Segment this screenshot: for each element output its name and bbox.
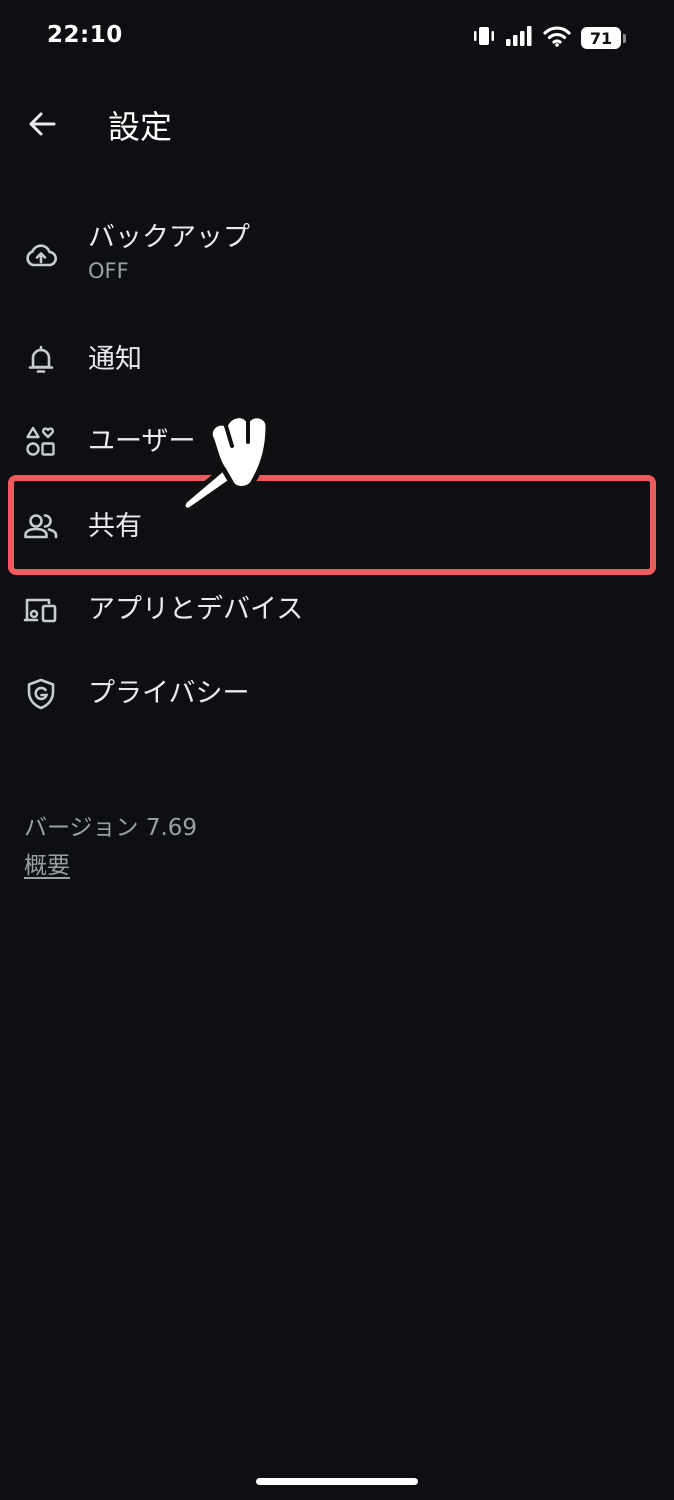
about-link[interactable]: 概要 [24, 846, 70, 880]
back-button[interactable] [22, 104, 62, 144]
battery-body: 71 [581, 27, 621, 49]
battery-cap [623, 33, 626, 43]
arrow-left-icon [29, 112, 56, 136]
menu-item-apps-devices[interactable]: アプリとデバイス [0, 580, 674, 640]
backup-status: OFF [88, 259, 129, 283]
menu-label-apps-devices: アプリとデバイス [88, 594, 304, 625]
bell-icon [23, 342, 59, 378]
app-header: 設定 [0, 96, 674, 156]
vibrate-icon [473, 25, 495, 51]
menu-item-backup[interactable]: バックアップ OFF [0, 216, 674, 306]
menu-label-backup: バックアップ [88, 222, 250, 253]
menu-item-privacy[interactable]: プライバシー [0, 664, 674, 724]
devices-icon [23, 592, 59, 628]
menu-item-notifications[interactable]: 通知 [0, 330, 674, 390]
page-title: 設定 [108, 108, 173, 146]
menu-label-notifications: 通知 [88, 344, 142, 375]
pointing-hand-icon [172, 398, 282, 518]
menu-label-privacy: プライバシー [88, 678, 250, 709]
menu-item-users[interactable]: ユーザー [0, 412, 674, 472]
status-icons: 71 [473, 26, 626, 50]
highlight-box [8, 475, 656, 575]
battery-level: 71 [589, 28, 613, 48]
cloud-upload-icon [23, 238, 59, 274]
battery-icon: 71 [581, 27, 626, 49]
status-bar: 22:10 71 [0, 0, 674, 78]
wifi-icon [543, 25, 571, 51]
signal-icon [505, 25, 533, 51]
shield-g-icon [23, 676, 59, 712]
version-text: バージョン 7.69 [24, 815, 198, 841]
home-indicator[interactable] [256, 1478, 418, 1485]
categories-icon [23, 424, 59, 460]
status-time: 22:10 [47, 22, 123, 48]
